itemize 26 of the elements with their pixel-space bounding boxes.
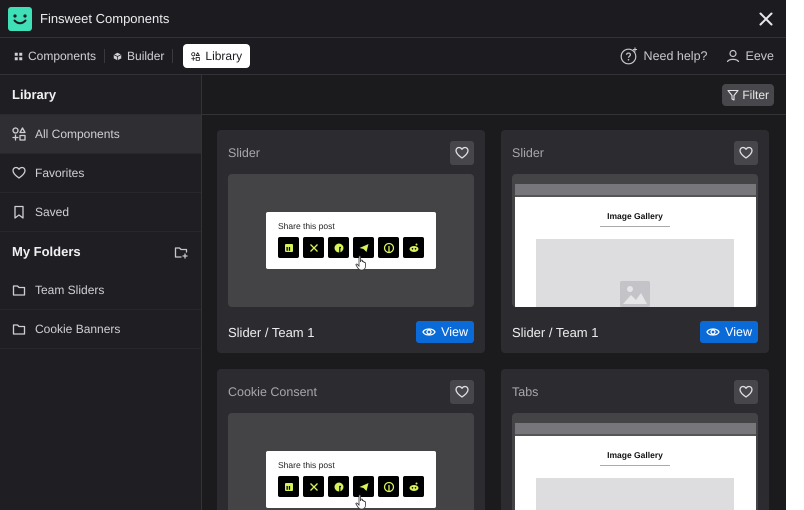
filter-button[interactable]: Filter <box>722 84 774 106</box>
sidebar-item[interactable]: Favorites <box>0 154 201 193</box>
user-button[interactable]: Eeve <box>724 47 776 65</box>
window-title: Finsweet Components <box>40 11 170 26</box>
share-heading: Share this post <box>278 221 336 231</box>
card-title: Slider <box>228 146 260 160</box>
help-button[interactable]: Need help? <box>618 45 710 67</box>
card-title: Cookie Consent <box>228 385 317 399</box>
gallery-heading: Image Gallery <box>607 450 663 460</box>
sidebar-item[interactable]: Saved <box>0 193 201 232</box>
folders-heading: My Folders <box>12 244 81 259</box>
gallery-heading: Image Gallery <box>607 211 663 221</box>
view-button[interactable]: View <box>700 321 758 343</box>
nav-tab[interactable]: Components <box>10 44 100 68</box>
card-title: Slider <box>512 146 544 160</box>
card-title: Tabs <box>512 385 538 399</box>
component-name: Slider / Team 1 <box>512 324 598 340</box>
share-heading: Share this post <box>278 460 336 470</box>
component-name: Slider / Team 1 <box>228 324 314 340</box>
nav-tab[interactable]: Builder <box>109 44 168 68</box>
nav-tab[interactable]: Library <box>183 44 250 68</box>
folder-item[interactable]: Cookie Banners <box>0 310 201 349</box>
view-button[interactable]: View <box>416 321 474 343</box>
sidebar-item[interactable]: All Components <box>0 115 201 154</box>
folder-item[interactable]: Team Sliders <box>0 271 201 310</box>
sidebar-heading: Library <box>12 87 56 102</box>
